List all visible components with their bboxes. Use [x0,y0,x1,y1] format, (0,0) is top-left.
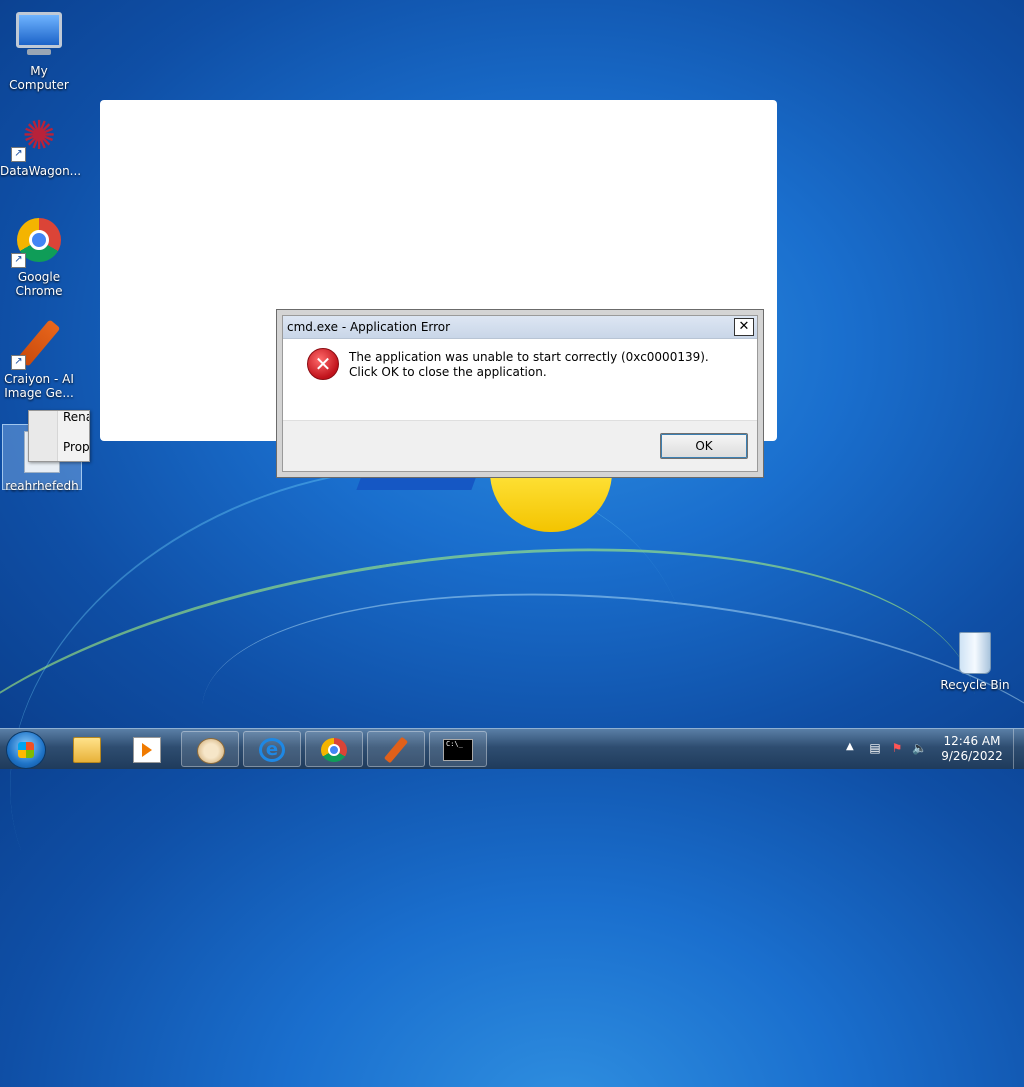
volume-icon[interactable]: 🔈 [912,741,927,755]
media-player-icon [133,737,161,763]
paint-icon [197,738,225,764]
system-tray: ▲ ▤ ⚑ 🔈 12:46 AM 9/26/2022 [840,729,1024,769]
context-menu: Rena Prop [28,410,90,462]
show-hidden-icons-chevron-icon[interactable]: ▲ [846,741,854,752]
error-icon: ✕ [307,348,339,380]
context-menu-item-properties[interactable]: Prop [63,441,89,453]
desktop-icon-craiyon[interactable]: ↗ Craiyon - AI Image Ge... [0,319,78,400]
clock-date: 9/26/2022 [941,749,1003,763]
crayon-icon [383,736,409,764]
folder-icon [73,737,101,763]
desktop-icon-label: DataWagon... [0,164,82,178]
cmd-icon: C:\_ [443,739,473,761]
dialog-title: cmd.exe - Application Error [287,320,451,334]
datawagon-icon: ✺ ↗ [11,112,63,162]
taskbar-item-google-chrome[interactable] [305,731,363,767]
taskbar: e C:\_ ▲ ▤ ⚑ 🔈 12:46 AM 9/26/2022 [0,728,1024,769]
shortcut-arrow-icon: ↗ [11,147,26,162]
crayon-icon: ↗ [11,319,63,370]
desktop-icon-label: Recycle Bin [940,678,1010,692]
chrome-icon [321,738,347,762]
shortcut-arrow-icon: ↗ [11,253,26,268]
wallpaper-swirl [0,485,1005,1058]
desktop-icon-datawagon[interactable]: ✺ ↗ DataWagon... [0,112,82,178]
close-button[interactable]: ✕ [734,318,754,336]
chrome-icon: ↗ [11,218,63,268]
network-icon[interactable]: ▤ [868,741,882,755]
taskbar-item-media-player[interactable] [118,731,176,767]
recycle-bin-icon [959,632,991,674]
error-dialog: cmd.exe - Application Error ✕ ✕ The appl… [276,309,764,478]
wallpaper-logo-yellow [490,470,612,532]
dialog-button-row: OK [283,420,757,471]
clock-time: 12:46 AM [943,734,1001,748]
taskbar-item-craiyon[interactable] [367,731,425,767]
desktop-icon-label: My Computer [9,64,69,92]
desktop-icon-google-chrome[interactable]: ↗ Google Chrome [0,216,78,298]
taskbar-item-windows-explorer[interactable] [58,731,116,767]
windows-logo-icon [18,742,34,758]
internet-explorer-icon: e [259,738,285,762]
error-message: The application was unable to start corr… [349,350,709,379]
desktop-icon-my-computer[interactable]: My Computer [0,8,78,92]
desktop-icon-recycle-bin[interactable]: Recycle Bin [940,632,1010,692]
taskbar-item-paint[interactable] [181,731,239,767]
computer-icon [15,12,63,60]
ok-button[interactable]: OK [660,433,748,459]
desktop-icon-label: Craiyon - AI Image Ge... [4,372,74,400]
dialog-titlebar[interactable]: cmd.exe - Application Error ✕ [283,316,757,339]
taskbar-item-cmd[interactable]: C:\_ [429,731,487,767]
clock[interactable]: 12:46 AM 9/26/2022 [936,734,1008,764]
taskbar-item-internet-explorer[interactable]: e [243,731,301,767]
show-desktop-button[interactable] [1013,729,1024,769]
start-button[interactable] [6,731,46,769]
context-menu-item-rename[interactable]: Rena [63,411,89,423]
close-icon: ✕ [738,319,750,334]
desktop-icon-label: Google Chrome [15,270,63,298]
action-center-flag-icon[interactable]: ⚑ [890,741,904,755]
shortcut-arrow-icon: ↗ [11,355,26,370]
desktop-icon-label: reahrhefedh [5,479,79,493]
